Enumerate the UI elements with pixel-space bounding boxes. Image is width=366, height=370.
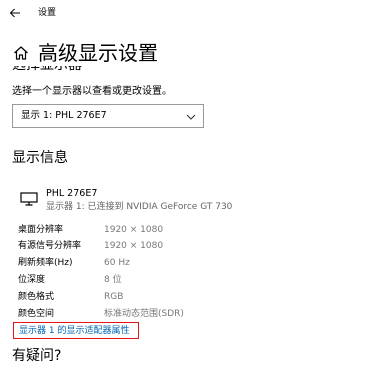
info-label: 桌面分辨率: [18, 225, 64, 235]
info-label: 颜色空间: [18, 309, 55, 319]
display-info-heading: 显示信息: [12, 150, 68, 166]
title-bar: 设置: [0, 0, 366, 28]
adapter-link-highlight: 显示器 1 的显示适配器属性: [13, 322, 139, 339]
info-label: 颜色格式: [18, 292, 55, 302]
select-display-heading: 选择显示器: [12, 66, 132, 74]
select-display-description: 选择一个显示器以查看或更改设置。: [12, 86, 172, 97]
display-select-dropdown[interactable]: 显示 1: PHL 276E7: [12, 104, 204, 128]
info-label: 有源信号分辨率: [18, 241, 82, 251]
info-value: 1920 × 1080: [104, 241, 164, 251]
chevron-down-icon: [185, 111, 197, 123]
back-button[interactable]: [6, 4, 24, 22]
info-value: 1920 × 1080: [104, 225, 164, 235]
info-value: RGB: [104, 292, 124, 302]
window-title: 设置: [38, 8, 57, 18]
info-value: 8 位: [104, 275, 122, 285]
monitor-icon: [20, 192, 38, 206]
page-title: 高级显示设置: [38, 41, 158, 65]
home-icon[interactable]: [12, 44, 30, 62]
back-arrow-icon: [9, 8, 20, 18]
info-value: 标准动态范围(SDR): [104, 309, 184, 319]
help-heading: 有疑问?: [12, 348, 62, 364]
info-value: 60 Hz: [104, 258, 130, 268]
monitor-connection: 显示器 1: 已连接到 NVIDIA GeForce GT 730: [46, 202, 233, 212]
settings-window: 设置 高级显示设置 选择显示器 选择一个显示器以查看或更改设置。 显示 1: P…: [0, 0, 366, 370]
display-adapter-properties-link[interactable]: 显示器 1 的显示适配器属性: [19, 325, 129, 337]
monitor-name: PHL 276E7: [46, 188, 98, 199]
page-header: 高级显示设置: [12, 38, 158, 68]
display-select-value: 显示 1: PHL 276E7: [21, 110, 107, 121]
info-label: 刷新频率(Hz): [18, 258, 73, 268]
info-label: 位深度: [18, 275, 46, 285]
